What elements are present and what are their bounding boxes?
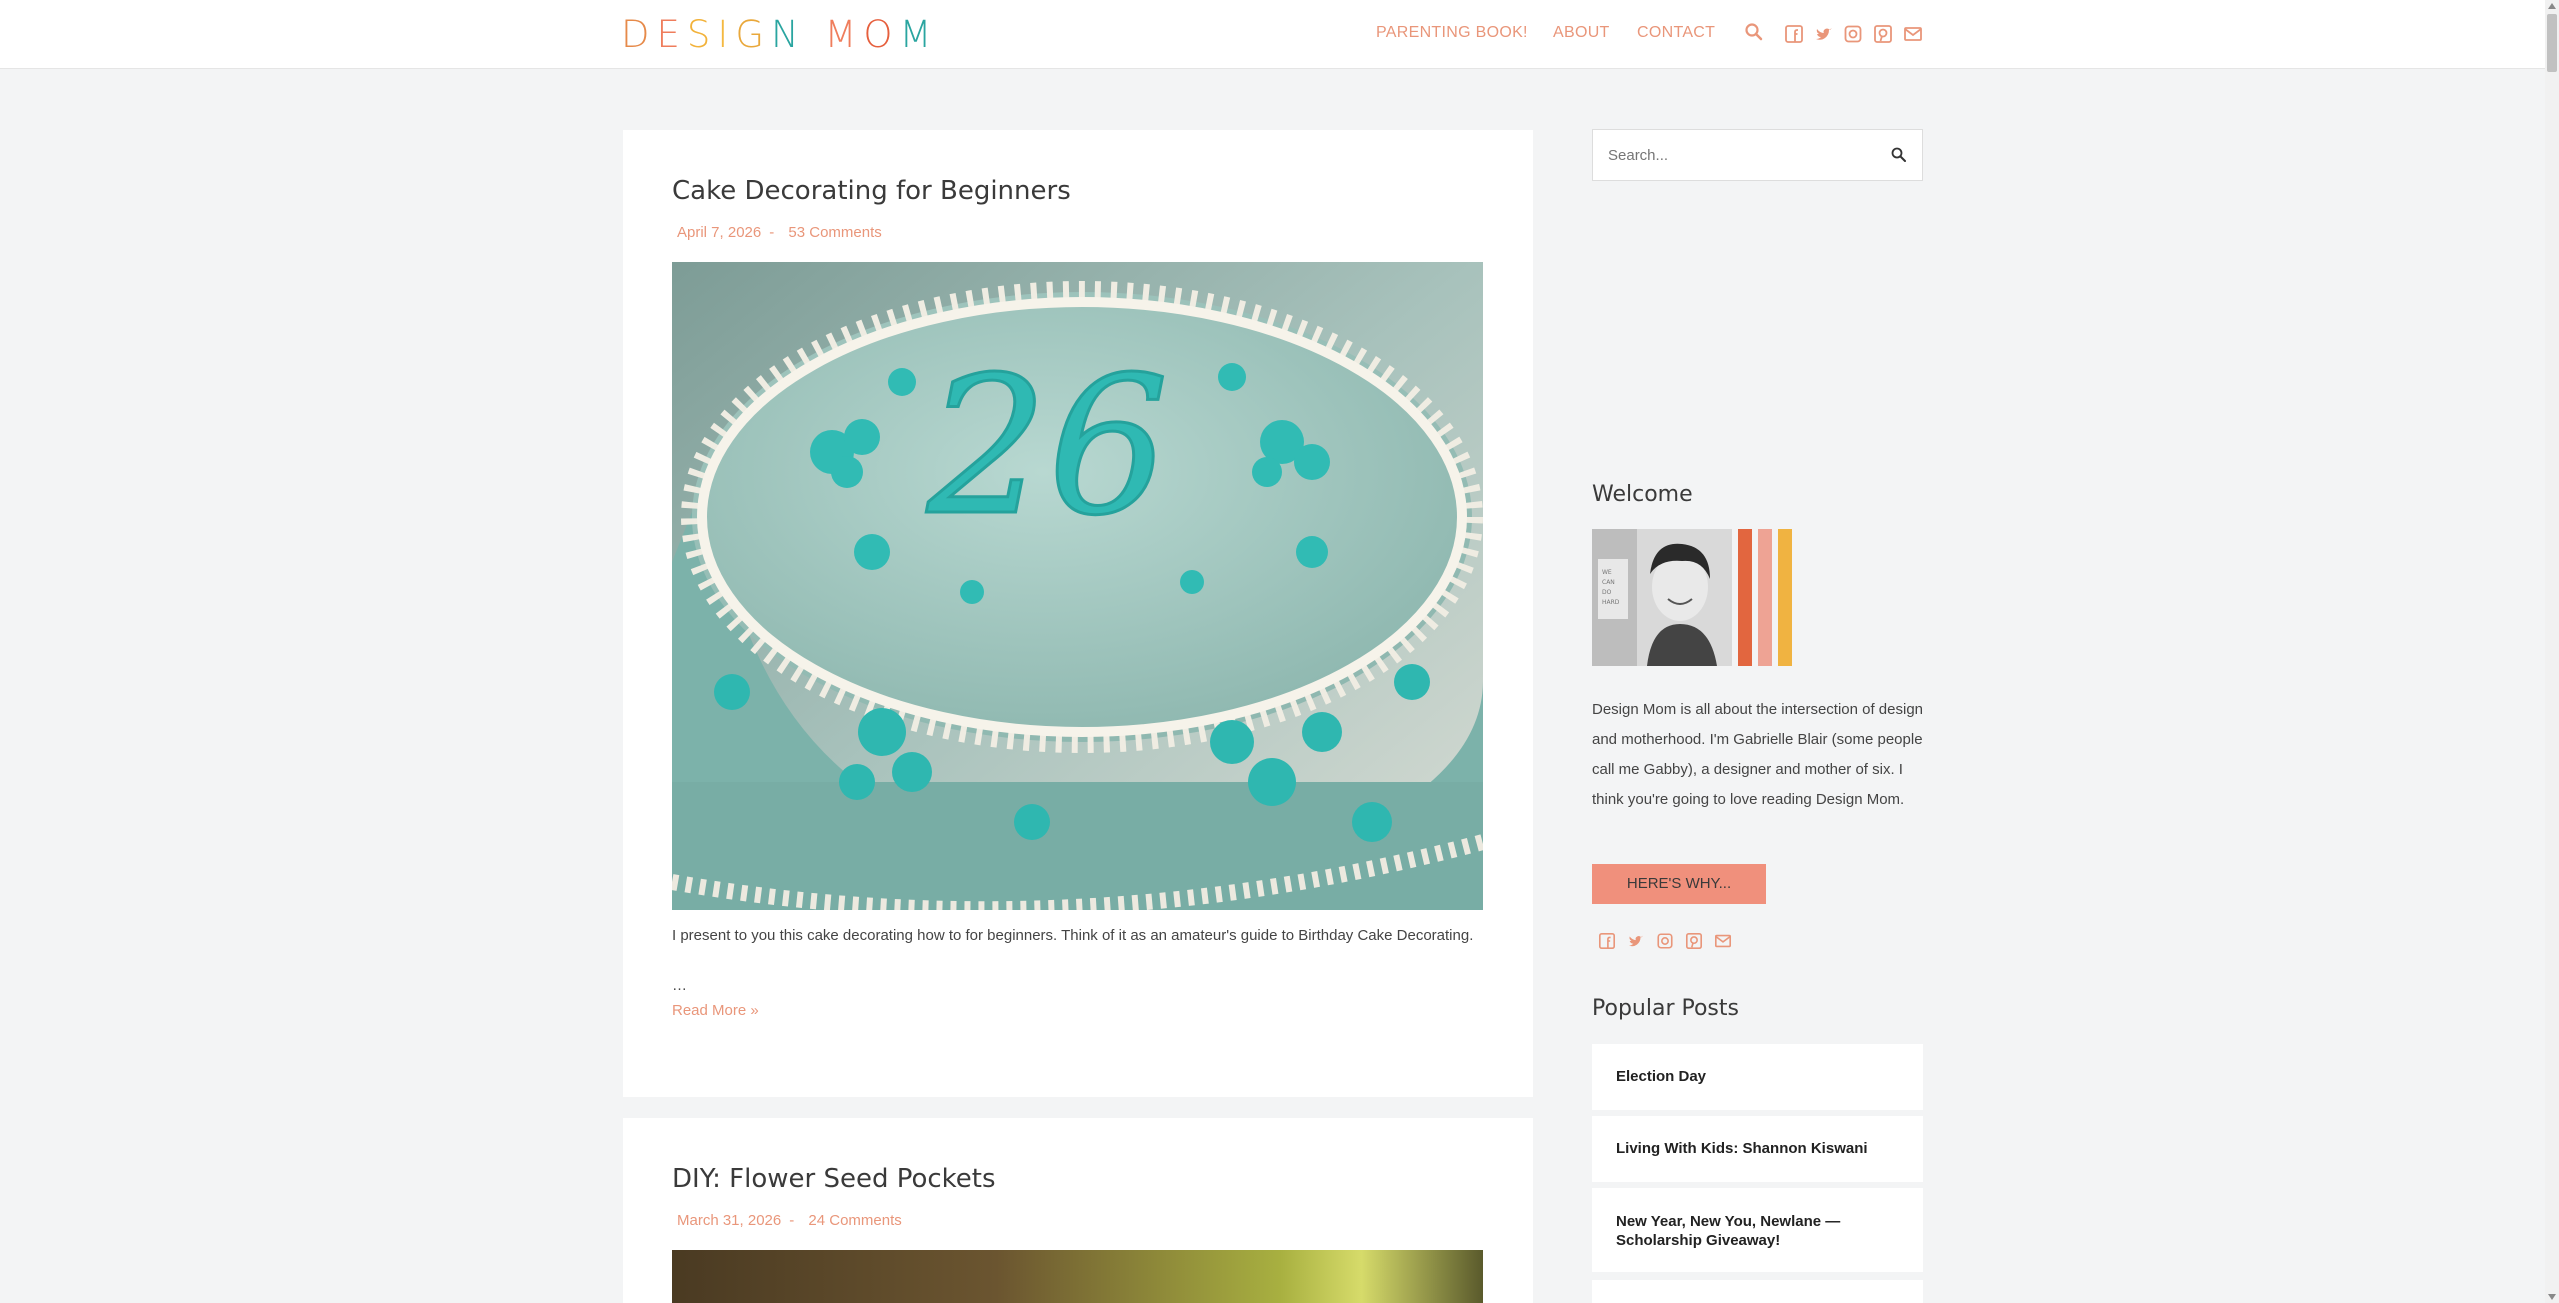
post-comments-link[interactable]: 24 Comments (808, 1212, 901, 1229)
popular-post-item[interactable]: Election Day (1592, 1044, 1923, 1110)
pinterest-icon[interactable] (1685, 932, 1703, 950)
svg-text:DO: DO (1602, 589, 1612, 596)
facebook-icon[interactable] (1598, 932, 1616, 950)
search-icon[interactable] (1744, 22, 1764, 42)
email-icon[interactable] (1714, 932, 1732, 950)
search-icon[interactable] (1890, 146, 1908, 164)
meta-separator: - (789, 1212, 795, 1229)
scrollbar-thumb[interactable] (2547, 14, 2557, 72)
svg-text:WE: WE (1602, 569, 1612, 576)
logo-letter: O (863, 13, 900, 56)
search-input[interactable] (1593, 130, 1873, 180)
post-excerpt: I present to you this cake decorating ho… (672, 927, 1474, 944)
post-title[interactable]: Cake Decorating for Beginners (672, 176, 1071, 206)
nav-parenting-book[interactable]: PARENTING BOOK! (1376, 24, 1528, 42)
welcome-title: Welcome (1592, 482, 1693, 507)
logo-letter: M (899, 13, 939, 56)
post-meta: April 7, 2026- 53 Comments (677, 224, 882, 241)
twitter-icon[interactable] (1814, 24, 1834, 44)
popular-post-item[interactable] (1592, 1280, 1923, 1303)
svg-text:26: 26 (926, 336, 1169, 557)
post-title[interactable]: DIY: Flower Seed Pockets (672, 1164, 996, 1194)
logo-letter: S (686, 13, 718, 56)
post-comments-link[interactable]: 53 Comments (788, 224, 881, 241)
post-meta: March 31, 2026- 24 Comments (677, 1212, 902, 1229)
author-photo: WE CAN DO HARD (1592, 529, 1792, 666)
facebook-icon[interactable] (1784, 24, 1804, 44)
popular-post-title[interactable]: Election Day (1616, 1068, 1923, 1085)
site-logo[interactable]: DESIGN MOM (621, 16, 938, 53)
logo-letter: G (735, 13, 771, 56)
popular-posts-title: Popular Posts (1592, 996, 1739, 1021)
post-date[interactable]: March 31, 2026 (677, 1212, 781, 1229)
read-more-link[interactable]: Read More » (672, 1002, 759, 1019)
site-header: DESIGN MOM PARENTING BOOK! ABOUT CONTACT (0, 0, 2545, 69)
meta-separator: - (769, 224, 775, 241)
svg-text:HARD: HARD (1602, 599, 1620, 606)
logo-letter: I (717, 13, 736, 56)
sidebar-search (1592, 129, 1923, 181)
scroll-up-arrow-icon[interactable] (2548, 3, 2556, 9)
post-card: DIY: Flower Seed Pockets March 31, 2026-… (623, 1118, 1533, 1303)
twitter-icon[interactable] (1627, 932, 1645, 950)
welcome-text: Design Mom is all about the intersection… (1592, 701, 1924, 808)
instagram-icon[interactable] (1843, 24, 1863, 44)
scroll-down-arrow-icon[interactable] (2548, 1294, 2556, 1300)
post-featured-image[interactable]: 26 (672, 262, 1483, 910)
logo-letter: N (770, 13, 806, 56)
popular-post-item[interactable]: Living With Kids: Shannon Kiswani (1592, 1116, 1923, 1182)
post-excerpt-ellipsis: … (672, 977, 687, 994)
post-card: Cake Decorating for Beginners April 7, 2… (623, 130, 1533, 1097)
email-icon[interactable] (1903, 24, 1923, 44)
instagram-icon[interactable] (1656, 932, 1674, 950)
popular-post-title[interactable]: New Year, New You, Newlane — Scholarship… (1616, 1212, 1883, 1250)
logo-letter (806, 16, 825, 53)
logo-letter: D (621, 13, 657, 56)
post-featured-image[interactable] (672, 1250, 1483, 1303)
popular-post-item[interactable]: New Year, New You, Newlane — Scholarship… (1592, 1188, 1923, 1272)
pinterest-icon[interactable] (1873, 24, 1893, 44)
logo-letter: M (824, 13, 864, 56)
nav-about[interactable]: ABOUT (1553, 24, 1610, 42)
nav-contact[interactable]: CONTACT (1637, 24, 1715, 42)
heres-why-button[interactable]: HERE'S WHY... (1592, 864, 1766, 904)
logo-letter: E (656, 13, 687, 56)
popular-post-title[interactable]: Living With Kids: Shannon Kiswani (1616, 1140, 1923, 1157)
page-scrollbar[interactable] (2545, 0, 2559, 1303)
svg-text:CAN: CAN (1602, 579, 1615, 586)
post-date[interactable]: April 7, 2026 (677, 224, 761, 241)
